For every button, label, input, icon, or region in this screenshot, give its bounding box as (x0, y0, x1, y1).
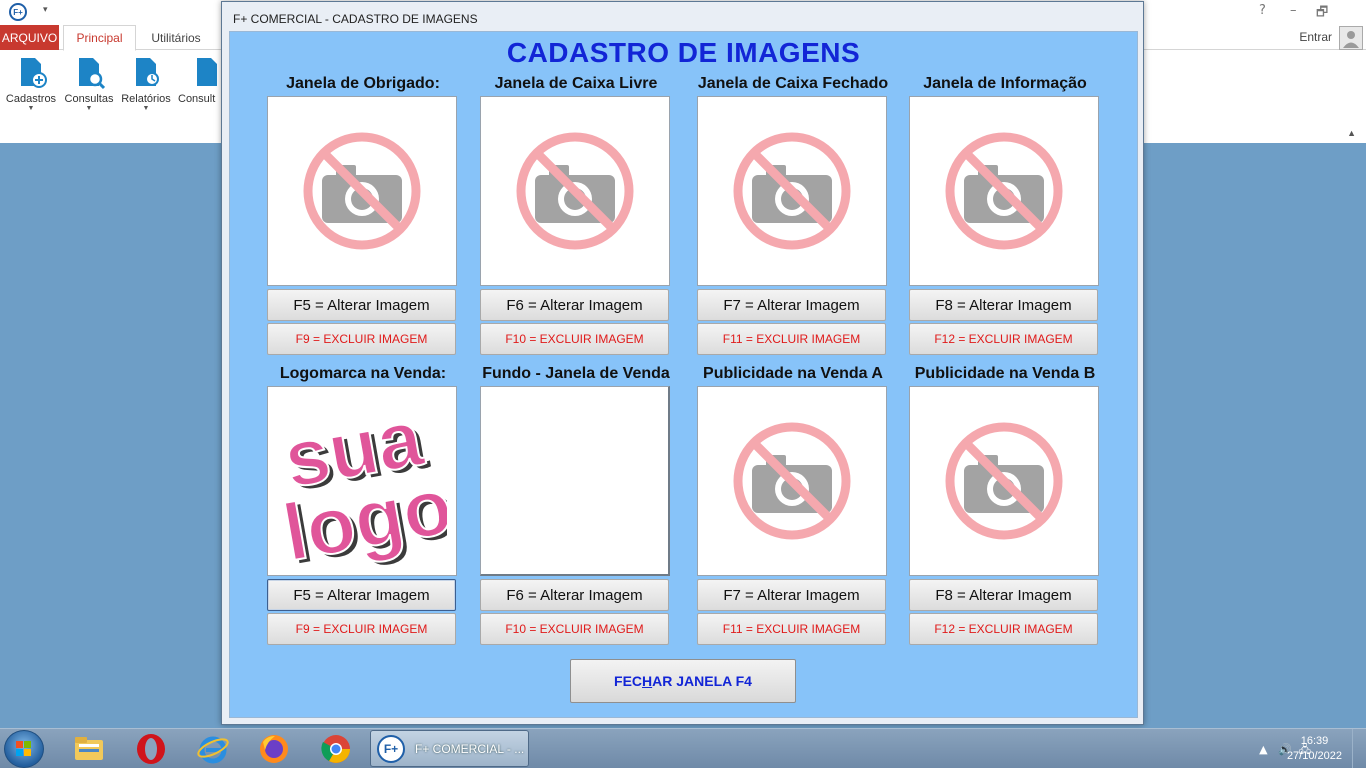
relatorios-icon (136, 58, 159, 86)
restore-icon[interactable]: 🗗 (1316, 3, 1328, 25)
alter-image-button[interactable]: F5 = Alterar Imagem (267, 579, 456, 611)
clock-date: 27/10/2022 (1286, 750, 1342, 762)
dialog-content: CADASTRO DE IMAGENS Janela de Obrigado: … (229, 31, 1138, 718)
user-icon (1343, 31, 1359, 48)
dropdown-arrow-icon: ▼ (85, 105, 93, 112)
ribbon-label: Relatórios (121, 93, 171, 105)
fplus-app-icon: F+ (377, 735, 405, 763)
slot-title: Janela de Caixa Livre (494, 75, 658, 92)
explorer-icon[interactable] (72, 732, 106, 766)
delete-image-button[interactable]: F11 = EXCLUIR IMAGEM (697, 323, 886, 355)
sign-in-link[interactable]: Entrar (1299, 30, 1332, 44)
no-photo-icon (945, 422, 1063, 540)
slot-title: Fundo - Janela de Venda (482, 365, 670, 382)
no-photo-icon (733, 422, 851, 540)
alter-image-button[interactable]: F6 = Alterar Imagem (480, 289, 669, 321)
ribbon-label: Cadastros (5, 93, 57, 105)
delete-image-button[interactable]: F10 = EXCLUIR IMAGEM (480, 613, 669, 645)
ribbon-relatorios-button[interactable]: Relatórios ▼ (117, 56, 175, 118)
close-window-button[interactable]: FEC H AR JANELA F4 (570, 659, 796, 703)
windows-logo-icon (16, 741, 31, 756)
cadastros-icon (21, 58, 47, 88)
image-preview-publicidade-a[interactable] (697, 386, 887, 576)
slot-title: Publicidade na Venda B (914, 365, 1096, 382)
image-preview-publicidade-b[interactable] (909, 386, 1099, 576)
clock[interactable]: 16:39 27/10/2022 (1287, 734, 1342, 764)
dialog-title: F+ COMERCIAL - CADASTRO DE IMAGENS (233, 12, 478, 26)
collapse-ribbon-icon[interactable]: ▲ (1347, 128, 1356, 138)
image-preview-caixa-livre[interactable] (480, 96, 670, 286)
consultas-icon (79, 58, 105, 90)
task-label: F+ COMERCIAL - ... (415, 742, 525, 756)
taskbar-task-fcomercial[interactable]: F+ F+ COMERCIAL - ... (370, 730, 529, 767)
clock-time: 16:39 (1300, 735, 1329, 747)
close-label-part: FEC (614, 673, 643, 689)
delete-image-button[interactable]: F10 = EXCLUIR IMAGEM (480, 323, 669, 355)
chrome-icon[interactable] (319, 732, 353, 766)
ribbon-consultas-button[interactable]: Consultas ▼ (60, 56, 118, 118)
delete-image-button[interactable]: F12 = EXCLUIR IMAGEM (909, 323, 1098, 355)
delete-image-button[interactable]: F9 = EXCLUIR IMAGEM (267, 613, 456, 645)
delete-image-button[interactable]: F9 = EXCLUIR IMAGEM (267, 323, 456, 355)
help-icon[interactable]: ? (1259, 3, 1266, 18)
alter-image-button[interactable]: F7 = Alterar Imagem (697, 289, 886, 321)
image-preview-caixa-fechado[interactable] (697, 96, 887, 286)
show-desktop-button[interactable] (1352, 729, 1366, 768)
slot-title: Logomarca na Venda: (279, 365, 447, 382)
consultas-icon (197, 58, 217, 86)
dropdown-arrow-icon: ▼ (27, 105, 35, 112)
image-preview-obrigado[interactable] (267, 96, 457, 286)
alter-image-button[interactable]: F8 = Alterar Imagem (909, 579, 1098, 611)
minimize-icon[interactable]: – (1290, 3, 1297, 18)
no-photo-icon (303, 132, 421, 250)
start-button[interactable] (4, 730, 44, 768)
sua-logo-image: sua sua logo logo (277, 392, 447, 571)
slot-title: Janela de Caixa Fechado (697, 75, 889, 92)
slot-title: Publicidade na Venda A (703, 365, 883, 382)
image-preview-fundo-venda[interactable] (480, 386, 670, 576)
dropdown-arrow-icon: ▼ (142, 105, 150, 112)
avatar[interactable] (1339, 26, 1363, 50)
firefox-icon[interactable] (257, 732, 291, 766)
delete-image-button[interactable]: F12 = EXCLUIR IMAGEM (909, 613, 1098, 645)
alter-image-button[interactable]: F5 = Alterar Imagem (267, 289, 456, 321)
alter-image-button[interactable]: F6 = Alterar Imagem (480, 579, 669, 611)
alter-image-button[interactable]: F7 = Alterar Imagem (697, 579, 886, 611)
delete-image-button[interactable]: F11 = EXCLUIR IMAGEM (697, 613, 886, 645)
ribbon-label: Consultas (64, 93, 114, 105)
no-photo-icon (516, 132, 634, 250)
image-preview-logomarca[interactable]: sua sua logo logo (267, 386, 457, 576)
cadastro-imagens-dialog: F+ COMERCIAL - CADASTRO DE IMAGENS CADAS… (221, 1, 1144, 725)
alter-image-button[interactable]: F8 = Alterar Imagem (909, 289, 1098, 321)
close-label-hotkey: H (642, 673, 653, 689)
qat-dropdown-icon[interactable]: ▾ (43, 4, 48, 15)
tab-principal[interactable]: Principal (63, 25, 136, 51)
slot-title: Janela de Obrigado: (286, 75, 440, 92)
close-label-part: AR JANELA F4 (652, 673, 752, 689)
no-photo-icon (945, 132, 1063, 250)
opera-icon[interactable] (134, 732, 168, 766)
taskbar: F+ F+ COMERCIAL - ... ▲ 🔊 🖧 16:39 27/10/… (0, 728, 1366, 768)
app-logo-icon: F+ (9, 3, 27, 21)
page-title: CADASTRO DE IMAGENS (506, 37, 861, 68)
tray-expand-icon[interactable]: ▲ (1259, 743, 1267, 756)
tab-utilitarios[interactable]: Utilitários (140, 25, 212, 51)
ribbon-cadastros-button[interactable]: Cadastros ▼ (2, 56, 60, 118)
tab-arquivo[interactable]: ARQUIVO (0, 25, 59, 50)
image-preview-informacao[interactable] (909, 96, 1099, 286)
slot-title: Janela de Informação (923, 75, 1087, 92)
ie-icon[interactable] (196, 732, 230, 766)
no-photo-icon (733, 132, 851, 250)
